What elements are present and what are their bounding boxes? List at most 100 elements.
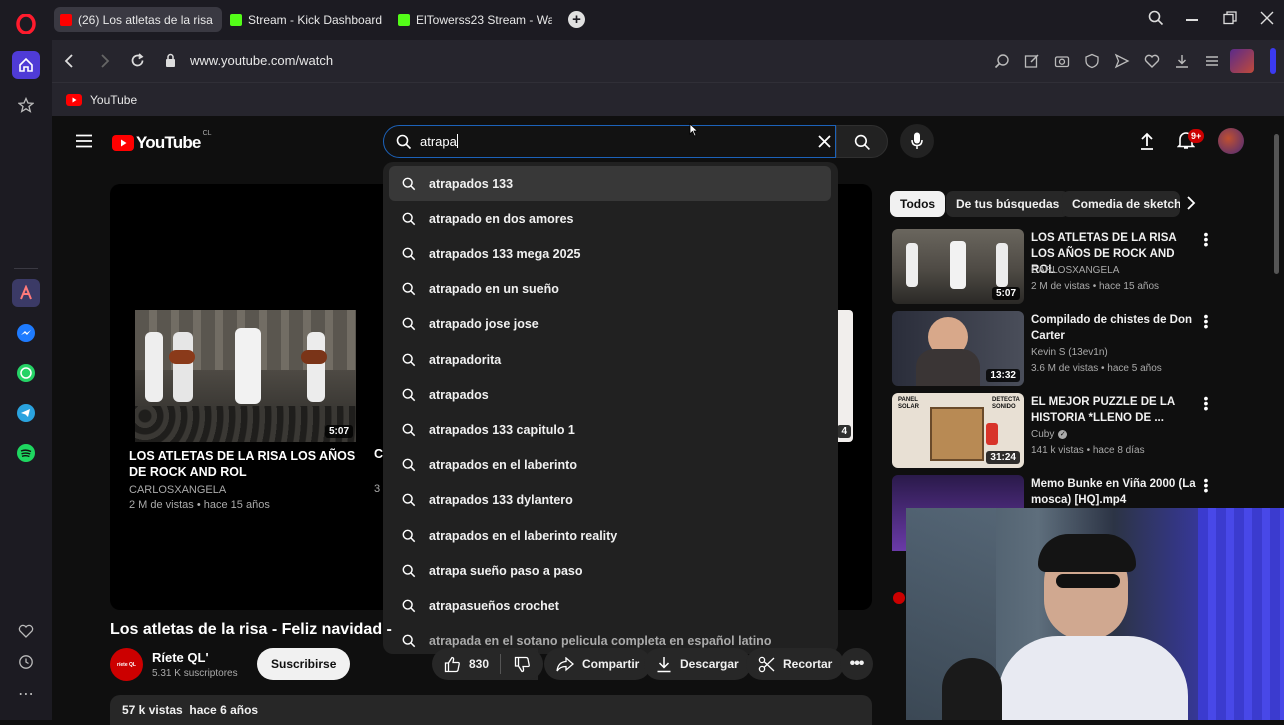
suggestion-item[interactable]: atrapados <box>389 377 831 412</box>
edit-icon[interactable] <box>1024 53 1040 74</box>
voice-search-button[interactable] <box>900 124 934 158</box>
search-button[interactable] <box>836 125 888 158</box>
reload-icon[interactable] <box>130 53 145 73</box>
suggestion-label: atrapados 133 capitulo 1 <box>429 422 575 437</box>
related-menu-icon[interactable]: • • • <box>1202 309 1210 333</box>
related-title[interactable]: Memo Bunke en Viña 2000 (La mosca) [HQ].… <box>1031 476 1196 508</box>
new-tab-button[interactable]: + <box>568 11 585 28</box>
home-icon[interactable] <box>12 51 40 79</box>
suggestion-item[interactable]: atrapados 133 <box>389 166 831 201</box>
back-icon[interactable] <box>64 54 74 73</box>
search-icon <box>389 423 429 437</box>
search-icon <box>389 247 429 261</box>
suggestion-item[interactable]: atrapados 133 capitulo 1 <box>389 412 831 447</box>
spotify-icon[interactable] <box>12 439 40 467</box>
sidebar-toggle[interactable] <box>1270 48 1276 74</box>
lock-icon[interactable] <box>165 53 176 73</box>
channel-avatar[interactable]: ríete QL <box>110 648 143 681</box>
suggestion-label: atrapados 133 mega 2025 <box>429 246 581 261</box>
search-tabs-icon[interactable] <box>1148 10 1164 31</box>
suggestion-item[interactable]: atrapados 133 dylantero <box>389 483 831 518</box>
suggestion-item[interactable]: atrapasueños crochet <box>389 588 831 623</box>
channel-name[interactable]: Ríete QL' <box>152 650 209 665</box>
duration-badge: 31:24 <box>986 451 1020 464</box>
suggestion-label: atrapados en el laberinto <box>429 458 577 473</box>
download-icon <box>657 656 671 672</box>
endscreen-partial-meta: 3 <box>374 483 381 495</box>
download-button[interactable]: Descargar <box>644 648 751 680</box>
suggestion-label: atrapado en un sueño <box>429 282 559 297</box>
tab-kick-dashboard[interactable]: Stream - Kick Dashboard <box>224 7 384 32</box>
search-input[interactable]: atrapa <box>420 134 458 149</box>
camera-icon[interactable] <box>1054 53 1070 74</box>
chip-sketch-comedy[interactable]: Comedia de sketch <box>1062 191 1180 217</box>
related-menu-icon[interactable]: • • • <box>1202 227 1210 251</box>
related-title[interactable]: Compilado de chistes de Don Carter <box>1031 312 1196 344</box>
clear-search-icon[interactable] <box>818 135 831 153</box>
heart-icon[interactable] <box>12 617 40 645</box>
search-icon <box>389 317 429 331</box>
suggestion-item[interactable]: atrapados en el laberinto <box>389 448 831 483</box>
share-button[interactable]: Compartir <box>544 648 652 680</box>
search-icon <box>389 212 429 226</box>
menu-icon[interactable] <box>76 134 92 153</box>
search-box[interactable]: atrapa <box>383 125 836 158</box>
related-meta: 2 M de vistas • hace 15 años <box>1031 281 1160 292</box>
chair-shape <box>942 658 1002 720</box>
messenger-icon[interactable] <box>12 319 40 347</box>
page-scrollbar[interactable] <box>1274 134 1279 274</box>
profile-avatar[interactable] <box>1230 49 1254 73</box>
related-menu-icon[interactable]: • • • <box>1202 391 1210 415</box>
clip-button[interactable]: Recortar <box>746 648 845 680</box>
forward-icon[interactable] <box>100 54 110 73</box>
related-thumbnail[interactable]: 13:32 <box>892 311 1024 386</box>
bookmark-youtube[interactable]: YouTube <box>66 93 137 107</box>
history-icon[interactable] <box>12 648 40 676</box>
minimize-button[interactable] <box>1186 19 1198 21</box>
suggestion-item[interactable]: atrapados en el laberinto reality <box>389 518 831 553</box>
url-field[interactable]: www.youtube.com/watch <box>190 53 333 68</box>
subscribe-button[interactable]: Suscribirse <box>257 648 351 680</box>
suggestion-item[interactable]: atrapado en dos amores <box>389 201 831 236</box>
tab-youtube[interactable]: (26) Los atletas de la risa <box>54 7 222 32</box>
zoom-search-icon[interactable] <box>994 53 1010 74</box>
shield-icon[interactable] <box>1084 53 1100 74</box>
account-avatar[interactable] <box>1218 128 1244 154</box>
chip-all[interactable]: Todos <box>890 191 946 217</box>
star-icon[interactable] <box>12 91 40 119</box>
more-icon[interactable]: ⋯ <box>12 680 40 708</box>
download-icon[interactable] <box>1174 53 1190 74</box>
description-box[interactable]: 57 k vistas hace 6 años <box>110 695 872 725</box>
chip-from-searches[interactable]: De tus búsquedas <box>946 191 1070 217</box>
dislike-button[interactable] <box>501 648 543 680</box>
more-actions-button[interactable]: ••• <box>840 648 873 680</box>
upload-icon[interactable] <box>1139 132 1155 155</box>
related-thumbnail[interactable]: PANEL SOLAR DETECTA SONIDO 31:24 <box>892 393 1024 468</box>
telegram-icon[interactable] <box>12 399 40 427</box>
endscreen-thumbnail[interactable]: 5:07 <box>135 310 356 442</box>
suggestion-item[interactable]: atrapados 133 mega 2025 <box>389 236 831 271</box>
view-stats: 57 k vistas hace 6 años <box>122 703 259 717</box>
related-thumbnail[interactable]: 5:07 <box>892 229 1024 304</box>
whatsapp-icon[interactable] <box>12 359 40 387</box>
opera-logo-icon[interactable] <box>12 10 40 38</box>
tab-kick-stream[interactable]: ElTowerss23 Stream - Wat <box>392 7 552 32</box>
close-window-button[interactable] <box>1260 11 1274 30</box>
suggestion-item[interactable]: atrapadorita <box>389 342 831 377</box>
heart-icon[interactable] <box>1144 53 1160 74</box>
search-icon <box>389 177 429 191</box>
chevron-right-icon[interactable] <box>1186 196 1196 215</box>
suggestion-item[interactable]: atrapa sueño paso a paso <box>389 553 831 588</box>
easy-setup-icon[interactable] <box>1204 53 1220 74</box>
youtube-logo[interactable]: YouTube CL <box>112 130 212 153</box>
aria-icon[interactable] <box>12 279 40 307</box>
send-icon[interactable] <box>1114 53 1130 74</box>
restore-button[interactable] <box>1223 11 1237 30</box>
thumbnail-caption-left: PANEL SOLAR <box>898 397 919 410</box>
endscreen-title[interactable]: LOS ATLETAS DE LA RISA LOS AÑOS DE ROCK … <box>129 448 359 480</box>
suggestion-label: atrapados 133 dylantero <box>429 493 573 508</box>
related-menu-icon[interactable]: • • • <box>1202 473 1210 497</box>
related-title[interactable]: EL MEJOR PUZZLE DE LA HISTORIA *LLENO DE… <box>1031 394 1196 426</box>
suggestion-item[interactable]: atrapado en un sueño <box>389 272 831 307</box>
suggestion-item[interactable]: atrapado jose jose <box>389 307 831 342</box>
